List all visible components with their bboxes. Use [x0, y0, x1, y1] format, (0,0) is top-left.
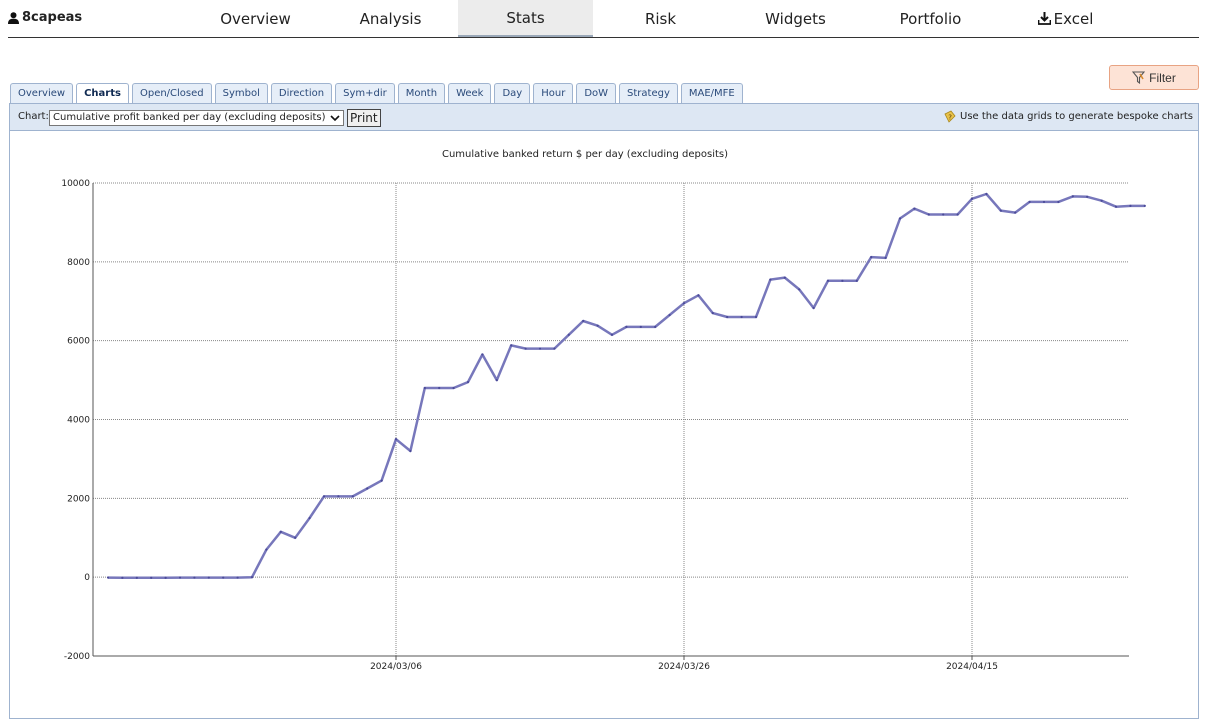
x-tick-label: 2024/04/15 — [946, 662, 998, 672]
series-line — [107, 192, 1145, 580]
data-point — [841, 279, 844, 282]
y-tick-label: 2000 — [67, 494, 90, 504]
data-point — [610, 333, 614, 336]
data-point — [207, 576, 210, 579]
data-point — [1086, 195, 1089, 198]
data-point — [870, 256, 873, 259]
data-point — [567, 333, 570, 336]
data-point — [538, 347, 542, 350]
data-point — [927, 213, 930, 216]
data-point — [769, 278, 772, 281]
data-point — [121, 576, 124, 579]
data-point — [409, 449, 412, 453]
data-point — [164, 576, 167, 579]
data-point — [1057, 200, 1060, 204]
data-point — [135, 576, 138, 579]
data-point — [942, 213, 945, 216]
data-point — [438, 386, 441, 390]
data-point — [1114, 205, 1118, 208]
data-point — [913, 207, 916, 210]
data-point — [380, 479, 383, 482]
data-point — [682, 302, 686, 305]
data-point — [495, 378, 498, 382]
y-tick-label: 4000 — [67, 416, 90, 426]
data-point — [510, 344, 513, 347]
data-point — [985, 192, 988, 196]
y-tick-label: 8000 — [67, 258, 90, 268]
data-point — [178, 576, 182, 579]
data-point — [668, 313, 671, 317]
data-point — [337, 495, 340, 498]
data-point — [222, 576, 225, 579]
data-point — [999, 209, 1002, 212]
data-point — [265, 548, 268, 551]
y-tick-label: -2000 — [64, 652, 90, 662]
data-point — [308, 516, 311, 520]
data-point — [236, 576, 239, 579]
data-point — [1100, 199, 1103, 202]
data-point — [1028, 200, 1031, 204]
y-tick-label: 0 — [84, 573, 90, 583]
data-point — [582, 319, 585, 323]
data-point — [250, 576, 254, 579]
chart-svg: -2000 0 2000 4000 6000 8000 10000 2024/03/06 202… — [61, 179, 1146, 672]
data-point — [366, 487, 369, 490]
data-point — [466, 380, 470, 384]
data-point — [898, 217, 902, 220]
data-point — [726, 315, 729, 319]
data-point — [639, 325, 642, 328]
data-point — [1129, 204, 1132, 207]
data-point — [524, 347, 527, 350]
data-point — [711, 311, 714, 315]
data-point — [481, 353, 484, 356]
data-point — [294, 536, 297, 539]
data-point — [697, 294, 700, 297]
x-tick-label: 2024/03/06 — [370, 662, 422, 672]
data-point — [553, 347, 556, 350]
data-point — [279, 530, 282, 533]
data-point — [106, 576, 110, 579]
data-point — [970, 197, 974, 200]
data-point — [625, 325, 628, 328]
x-tick-label: 2024/03/26 — [658, 662, 710, 672]
data-point — [1014, 211, 1017, 214]
data-point — [452, 386, 455, 390]
data-point — [1071, 195, 1074, 198]
data-point — [812, 306, 815, 310]
y-tick-label: 10000 — [61, 179, 90, 189]
data-point — [423, 386, 426, 390]
data-point — [1143, 204, 1146, 207]
data-point — [884, 256, 887, 259]
data-point — [783, 276, 786, 279]
data-point — [826, 279, 830, 282]
data-point — [150, 576, 153, 579]
data-point — [596, 324, 599, 327]
y-tick-label: 6000 — [67, 337, 90, 347]
data-point — [193, 576, 196, 579]
data-point — [855, 279, 858, 282]
data-point — [394, 438, 398, 441]
data-point — [956, 213, 959, 216]
data-point — [754, 315, 758, 319]
data-point — [740, 315, 743, 319]
data-point — [322, 495, 326, 498]
data-point — [1042, 200, 1046, 204]
data-point — [351, 495, 354, 498]
data-point — [798, 288, 801, 291]
data-point — [654, 325, 657, 328]
